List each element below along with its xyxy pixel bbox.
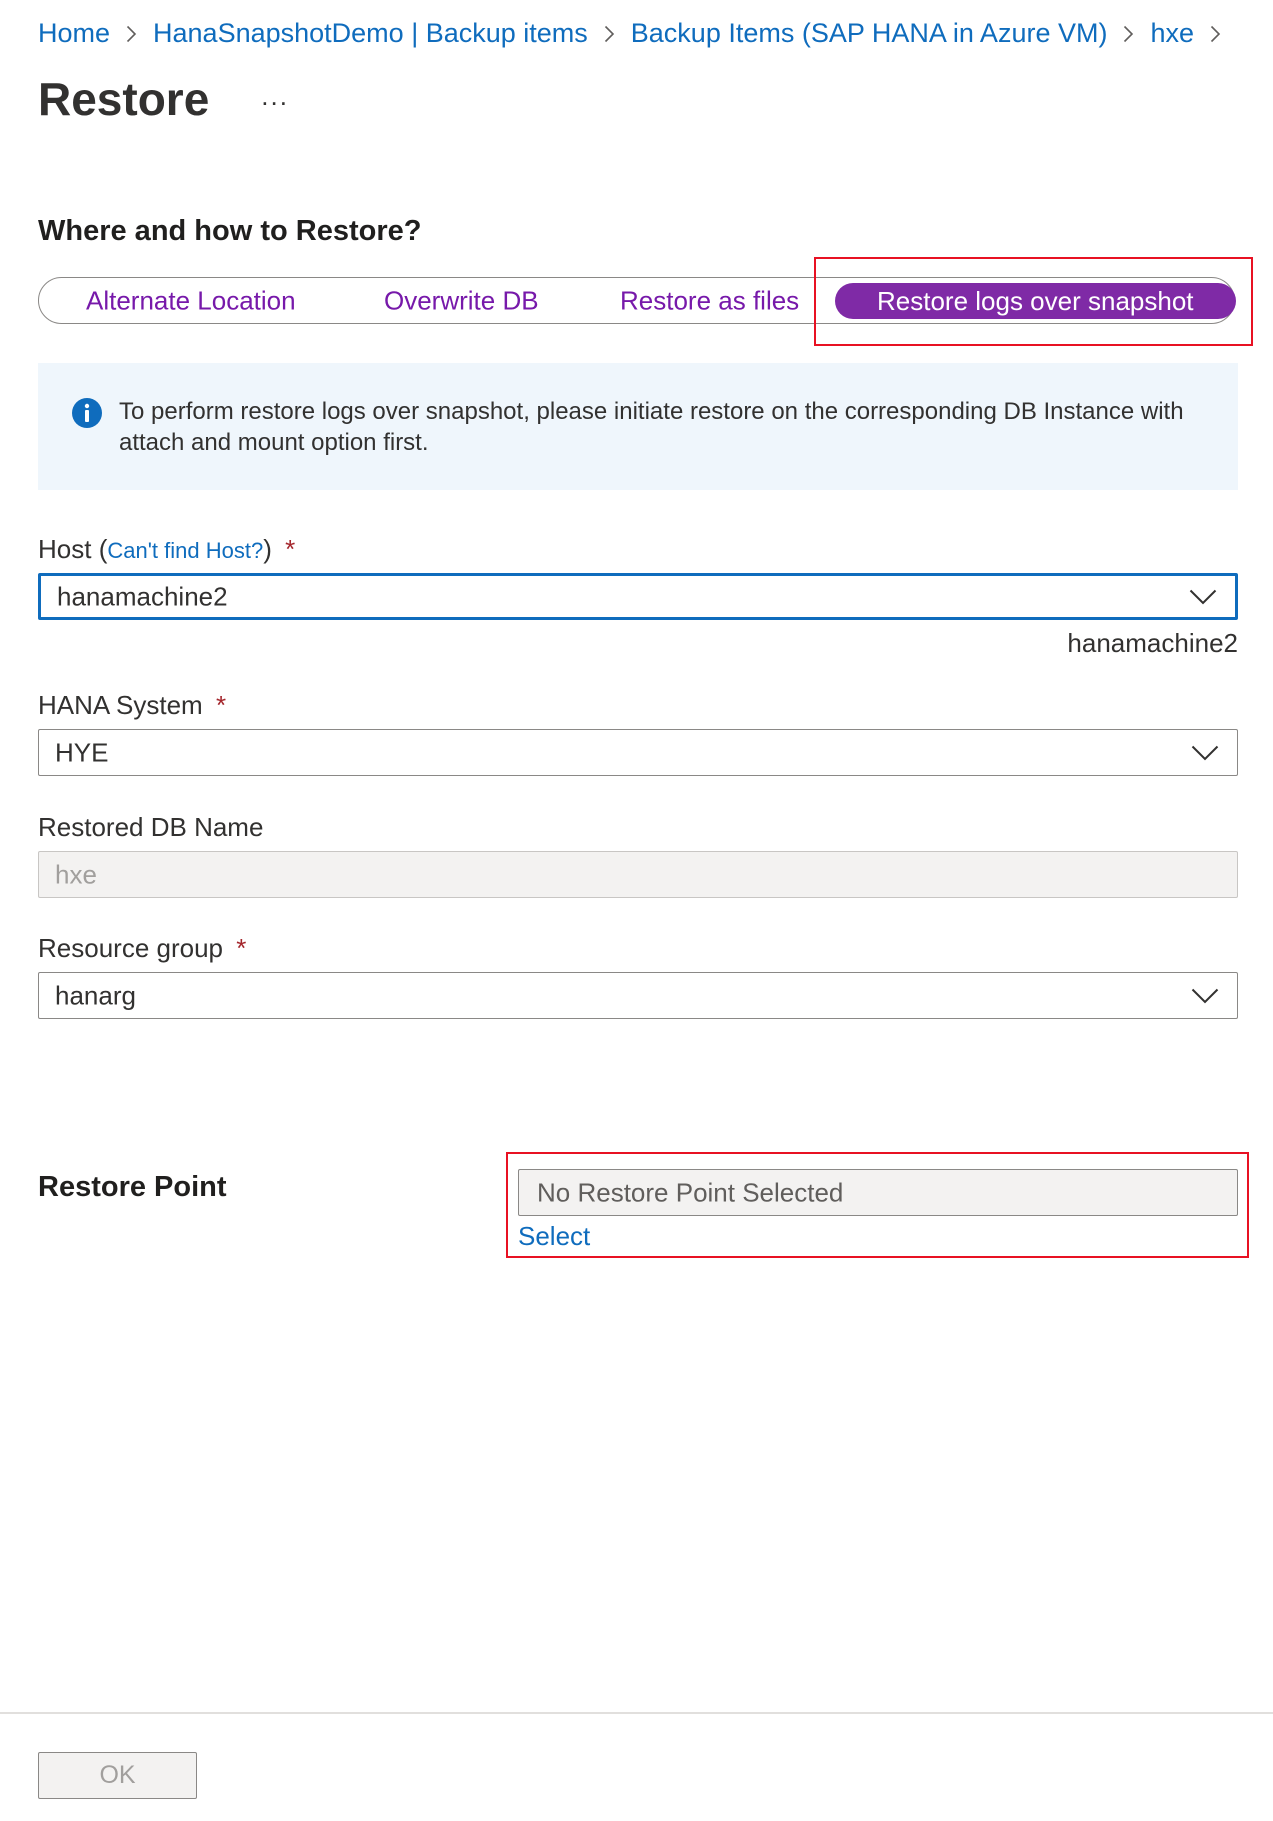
option-overwrite-db[interactable]: Overwrite DB — [384, 285, 539, 316]
required-asterisk: * — [236, 933, 247, 963]
breadcrumb-backup-items-sap-hana[interactable]: Backup Items (SAP HANA in Azure VM) — [631, 18, 1108, 49]
breadcrumb-backup-items[interactable]: HanaSnapshotDemo | Backup items — [153, 18, 588, 49]
resource-group-label: Resource group * — [38, 933, 246, 964]
restore-point-value: No Restore Point Selected — [537, 1177, 844, 1207]
restore-location-heading: Where and how to Restore? — [38, 215, 422, 247]
chevron-down-icon — [1189, 589, 1217, 604]
host-label-text: Host — [38, 534, 92, 564]
chevron-right-icon — [126, 25, 137, 43]
host-link-close: ) — [263, 534, 272, 564]
chevron-right-icon — [1123, 25, 1134, 43]
host-dropdown[interactable]: hanamachine2 — [38, 573, 1238, 620]
chevron-right-icon — [604, 25, 615, 43]
restore-point-label: Restore Point — [38, 1171, 227, 1203]
hana-system-label: HANA System * — [38, 690, 226, 721]
host-label: Host (Can't find Host?) * — [38, 534, 295, 565]
footer-divider — [0, 1712, 1273, 1714]
info-banner: To perform restore logs over snapshot, p… — [38, 363, 1238, 490]
restored-db-name-value: hxe — [55, 859, 97, 889]
host-helper-text: hanamachine2 — [1067, 628, 1238, 658]
chevron-right-icon — [1210, 25, 1221, 43]
option-restore-as-files[interactable]: Restore as files — [620, 285, 799, 316]
cant-find-host-link[interactable]: Can't find Host? — [107, 538, 263, 563]
more-options-button[interactable]: ... — [261, 81, 289, 112]
breadcrumb: Home HanaSnapshotDemo | Backup items Bac… — [38, 18, 1237, 49]
host-dropdown-value: hanamachine2 — [57, 581, 228, 611]
hana-system-dropdown-value: HYE — [55, 737, 109, 767]
resource-group-label-text: Resource group — [38, 933, 223, 963]
ok-button[interactable]: OK — [38, 1752, 197, 1799]
required-asterisk: * — [285, 534, 296, 564]
restore-point-field: No Restore Point Selected — [518, 1169, 1238, 1216]
resource-group-dropdown[interactable]: hanarg — [38, 972, 1238, 1019]
breadcrumb-home[interactable]: Home — [38, 18, 110, 49]
option-restore-logs-over-snapshot[interactable]: Restore logs over snapshot — [835, 282, 1236, 319]
restored-db-name-field: hxe — [38, 851, 1238, 898]
hana-system-label-text: HANA System — [38, 690, 203, 720]
page-title: Restore — [38, 73, 210, 125]
restored-db-name-label: Restored DB Name — [38, 812, 264, 842]
chevron-down-icon — [1191, 745, 1219, 760]
chevron-down-icon — [1191, 988, 1219, 1003]
select-restore-point-link[interactable]: Select — [518, 1221, 590, 1252]
hana-system-dropdown[interactable]: HYE — [38, 729, 1238, 776]
option-alternate-location[interactable]: Alternate Location — [86, 285, 296, 316]
info-banner-text: To perform restore logs over snapshot, p… — [119, 398, 1184, 456]
restore-option-toggle: Alternate Location Overwrite DB Restore … — [38, 277, 1236, 324]
resource-group-dropdown-value: hanarg — [55, 980, 136, 1010]
required-asterisk: * — [215, 690, 227, 720]
title-row: Restore ... — [38, 72, 289, 126]
info-icon — [72, 398, 102, 428]
breadcrumb-hxe[interactable]: hxe — [1150, 18, 1194, 49]
